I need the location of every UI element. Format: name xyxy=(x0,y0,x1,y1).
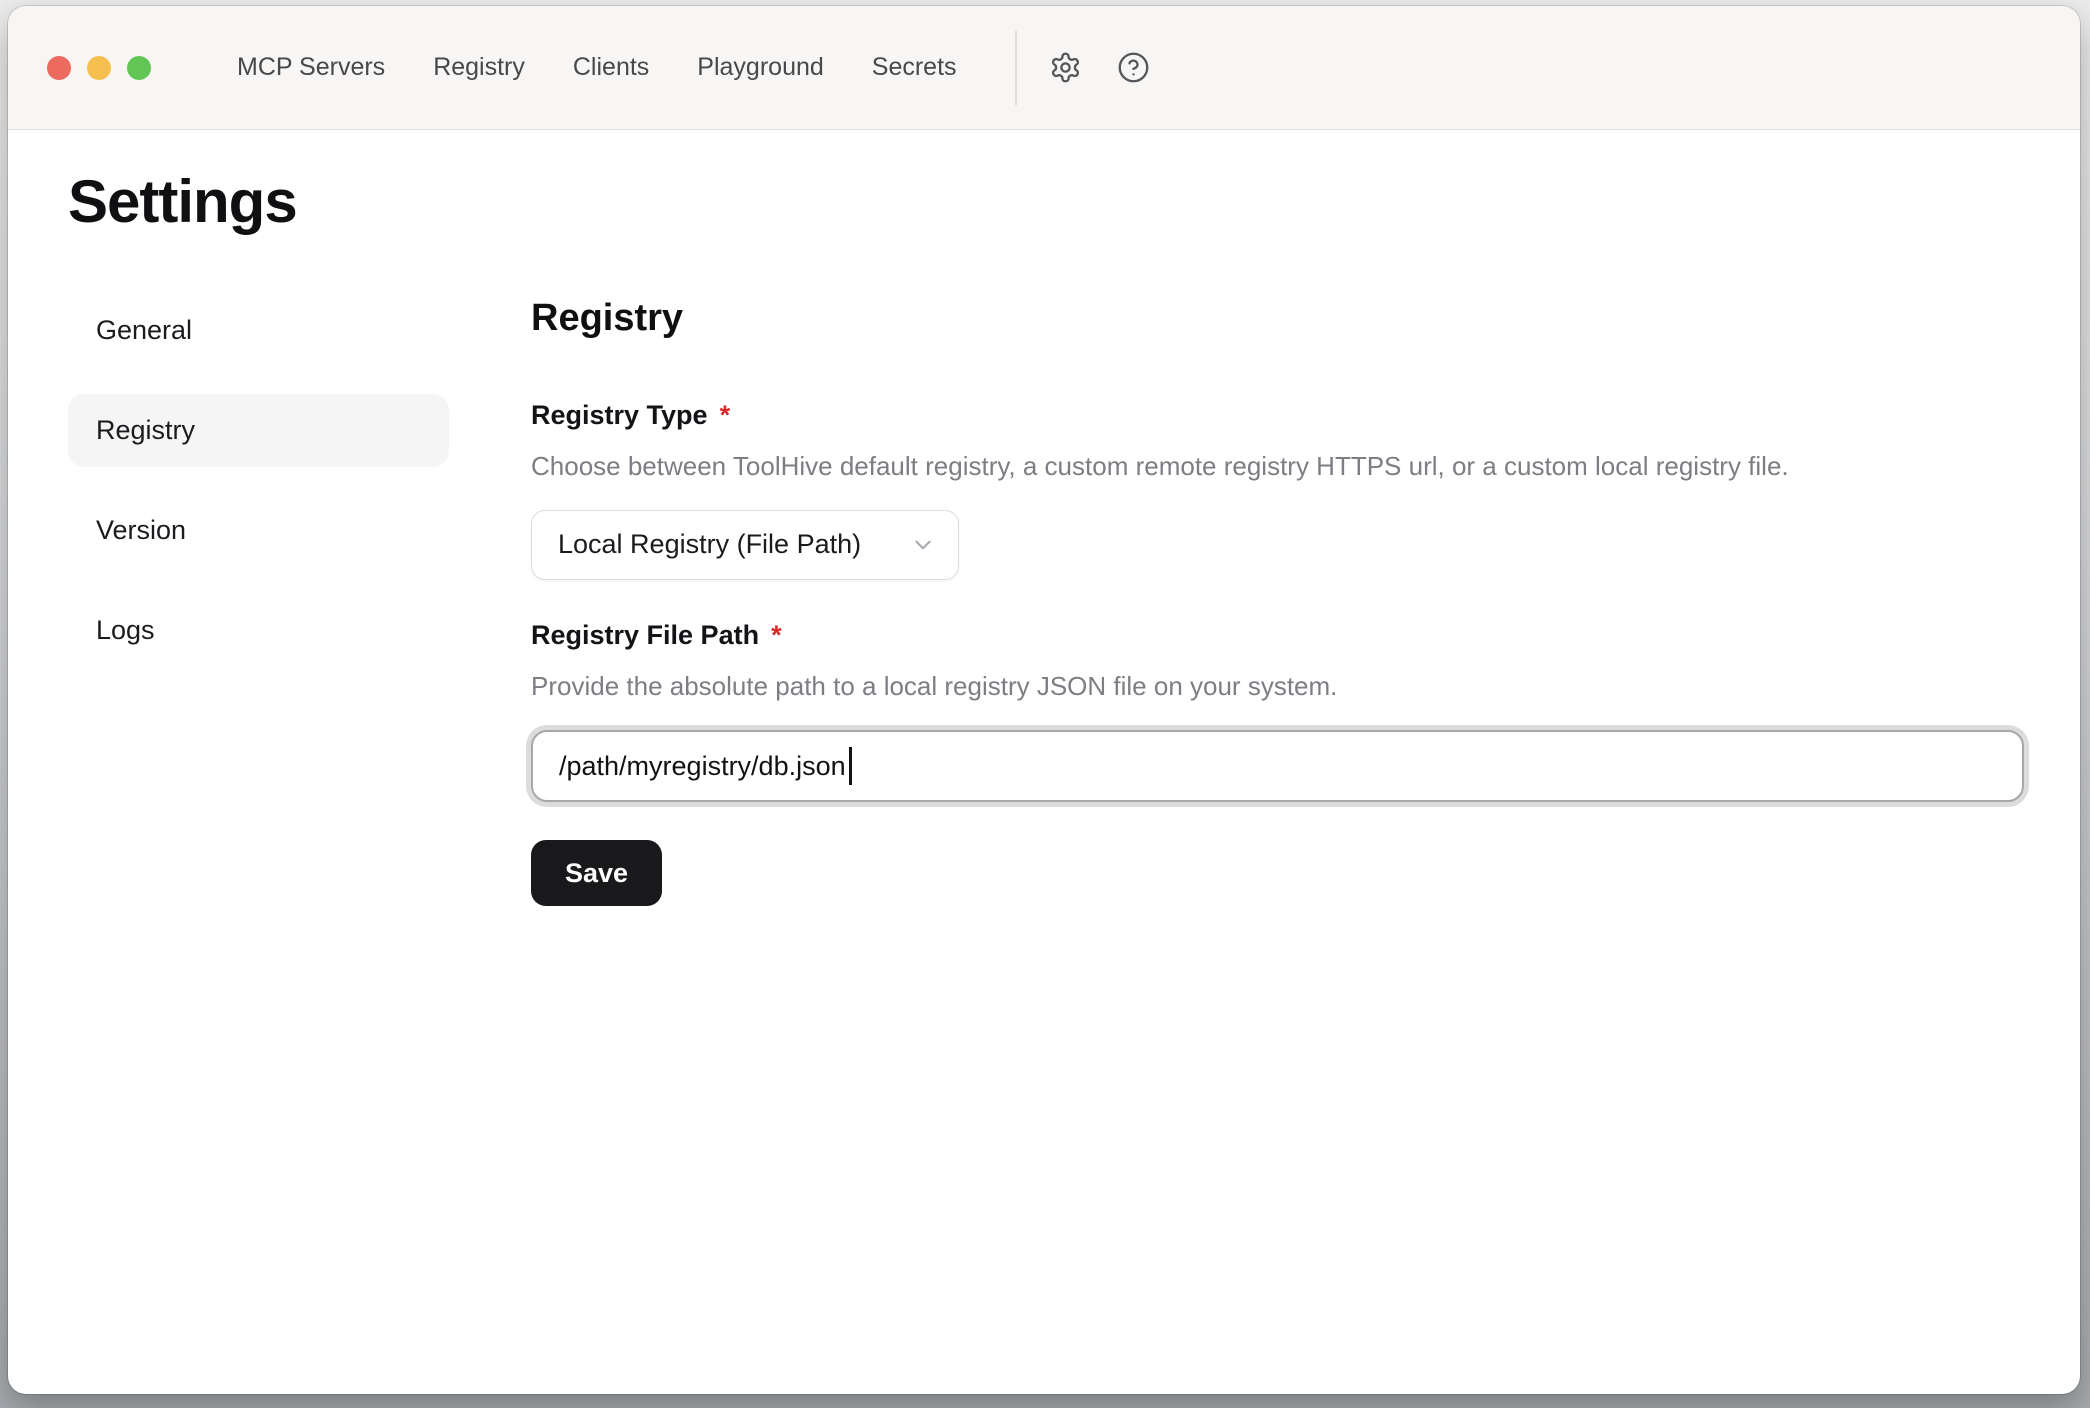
required-marker: * xyxy=(771,620,782,650)
sidebar-item-registry[interactable]: Registry xyxy=(68,394,449,467)
registry-file-path-label: Registry File Path * xyxy=(531,622,2024,649)
nav-item-clients[interactable]: Clients xyxy=(573,55,649,80)
titlebar: MCP Servers Registry Clients Playground … xyxy=(8,6,2080,130)
registry-file-path-input[interactable]: /path/myregistry/db.json xyxy=(531,730,2024,802)
window-zoom-button[interactable] xyxy=(127,56,151,80)
save-button[interactable]: Save xyxy=(531,840,662,906)
nav-item-registry[interactable]: Registry xyxy=(433,55,525,80)
nav-item-mcp-servers[interactable]: MCP Servers xyxy=(237,55,385,80)
titlebar-divider xyxy=(1015,31,1017,105)
help-button[interactable] xyxy=(1117,51,1151,85)
registry-settings-panel: Registry Registry Type * Choose between T… xyxy=(531,294,2024,906)
help-circle-icon xyxy=(1117,51,1150,84)
registry-type-select[interactable]: Local Registry (File Path) xyxy=(531,510,959,580)
page-title: Settings xyxy=(68,172,2080,232)
registry-type-label-text: Registry Type xyxy=(531,400,708,430)
settings-sidebar: General Registry Version Logs xyxy=(68,294,449,906)
settings-page: Settings General Registry Version Logs R… xyxy=(8,130,2080,1394)
window-controls xyxy=(47,56,151,80)
registry-type-selected-value: Local Registry (File Path) xyxy=(558,529,861,560)
sidebar-item-logs[interactable]: Logs xyxy=(68,594,449,667)
registry-type-field: Registry Type * Choose between ToolHive d… xyxy=(531,402,2024,580)
chevron-down-icon xyxy=(910,532,936,558)
sidebar-item-version[interactable]: Version xyxy=(68,494,449,567)
required-marker: * xyxy=(720,400,731,430)
gear-icon xyxy=(1049,51,1082,84)
registry-file-path-value: /path/myregistry/db.json xyxy=(559,751,846,782)
registry-file-path-field: Registry File Path * Provide the absolute… xyxy=(531,622,2024,802)
sidebar-item-general[interactable]: General xyxy=(68,294,449,367)
registry-type-label: Registry Type * xyxy=(531,402,2024,429)
nav-item-playground[interactable]: Playground xyxy=(697,55,823,80)
window-minimize-button[interactable] xyxy=(87,56,111,80)
section-heading: Registry xyxy=(531,298,2024,340)
window-close-button[interactable] xyxy=(47,56,71,80)
app-window: MCP Servers Registry Clients Playground … xyxy=(8,6,2080,1394)
registry-file-path-description: Provide the absolute path to a local reg… xyxy=(531,671,2024,702)
top-nav: MCP Servers Registry Clients Playground … xyxy=(237,55,957,80)
registry-file-path-label-text: Registry File Path xyxy=(531,620,759,650)
nav-item-secrets[interactable]: Secrets xyxy=(872,55,957,80)
registry-type-description: Choose between ToolHive default registry… xyxy=(531,451,2024,482)
settings-button[interactable] xyxy=(1049,51,1083,85)
text-cursor xyxy=(849,747,852,785)
